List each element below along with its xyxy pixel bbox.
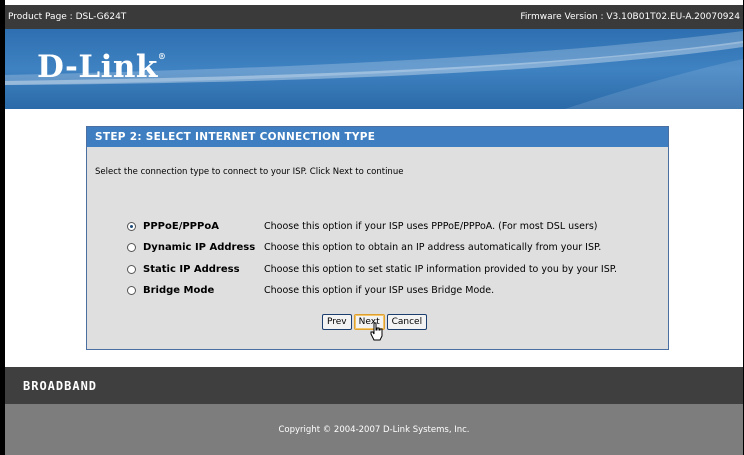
option-label: Bridge Mode: [143, 284, 215, 296]
product-page-label: Product Page : DSL-G624T: [8, 12, 127, 22]
dlink-logo: D-Link®: [37, 49, 166, 85]
option-static-ip[interactable]: Static IP Address Choose this option to …: [127, 261, 617, 277]
radio-dynamic-ip[interactable]: [127, 242, 136, 252]
footer: Copyright © 2004-2007 D-Link Systems, In…: [5, 404, 743, 455]
top-info-bar: Product Page : DSL-G624T Firmware Versio…: [5, 5, 743, 29]
option-label: PPPoE/PPPoA: [143, 220, 219, 232]
option-description: Choose this option to set static IP info…: [264, 263, 618, 275]
option-label: Dynamic IP Address: [143, 241, 256, 253]
broadband-bar: BROADBAND: [5, 367, 743, 404]
firmware-version-label: Firmware Version : V3.10B01T02.EU-A.2007…: [520, 12, 740, 22]
connection-type-panel: STEP 2: SELECT INTERNET CONNECTION TYPE …: [86, 126, 669, 350]
option-pppoe[interactable]: PPPoE/PPPoA Choose this option if your I…: [127, 218, 598, 234]
option-bridge-mode[interactable]: Bridge Mode Choose this option if your I…: [127, 282, 494, 298]
brand-banner: D-Link®: [5, 29, 743, 109]
copyright-text: Copyright © 2004-2007 D-Link Systems, In…: [278, 424, 470, 435]
option-label: Static IP Address: [143, 263, 240, 275]
radio-bridge-mode[interactable]: [127, 285, 136, 295]
radio-pppoe[interactable]: [127, 221, 136, 231]
registered-mark: ®: [157, 51, 167, 61]
logo-text: D-Link: [37, 49, 158, 85]
hand-pointer-cursor-icon: [370, 322, 383, 341]
panel-description: Select the connection type to connect to…: [95, 167, 404, 177]
option-dynamic-ip[interactable]: Dynamic IP Address Choose this option to…: [127, 239, 601, 255]
panel-title: STEP 2: SELECT INTERNET CONNECTION TYPE: [87, 127, 668, 147]
option-description: Choose this option if your ISP uses Brid…: [264, 284, 495, 296]
radio-static-ip[interactable]: [127, 264, 136, 274]
option-description: Choose this option to obtain an IP addre…: [264, 241, 602, 253]
option-description: Choose this option if your ISP uses PPPo…: [264, 220, 598, 232]
cancel-button[interactable]: Cancel: [386, 314, 428, 330]
prev-button[interactable]: Prev: [322, 314, 352, 330]
